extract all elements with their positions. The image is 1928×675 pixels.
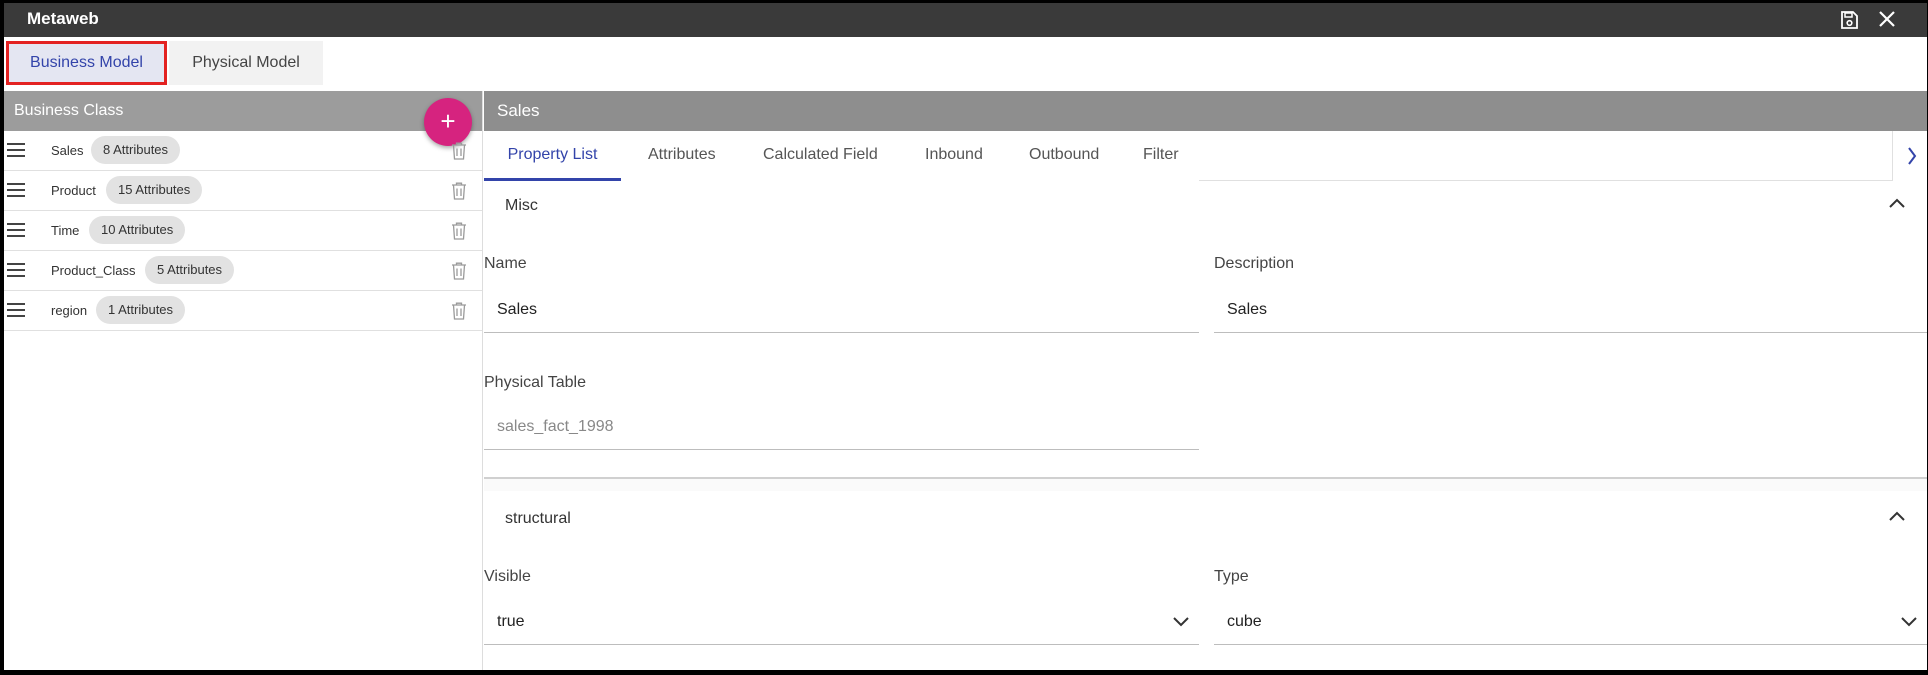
visible-select[interactable]: true [484,599,1199,645]
chevron-down-icon [1901,617,1917,627]
description-field[interactable]: Sales [1214,287,1927,333]
visible-label: Visible [484,568,531,585]
misc-section-header[interactable]: Misc [484,181,1927,231]
list-item[interactable]: Sales 8 Attributes [4,131,482,171]
trash-icon[interactable] [451,182,467,200]
tab-outbound[interactable]: Outbound [1029,131,1099,181]
name-label: Name [484,255,527,272]
type-select-value: cube [1227,613,1262,630]
chevron-down-icon [1173,617,1189,627]
tabs-scroll-right-button[interactable] [1892,131,1927,181]
class-name: Product_Class [51,263,136,278]
tab-calculated-field[interactable]: Calculated Field [763,131,878,181]
description-label: Description [1214,255,1295,272]
type-select[interactable]: cube [1214,599,1927,645]
attribute-count-badge: 15 Attributes [106,176,203,204]
chevron-up-icon[interactable] [1889,198,1905,208]
drag-handle-icon[interactable] [7,223,25,237]
title-bar: Metaweb [4,3,1927,37]
class-name: Sales [51,143,84,158]
physical-table-field: sales_fact_1998 [484,404,1199,450]
selected-class-header: Sales [484,91,1927,131]
model-tabs: Business Model Physical Model [4,37,1927,91]
section-divider [484,477,1927,491]
structural-section-title: structural [505,510,571,527]
class-name: Product [51,183,96,198]
save-icon[interactable] [1839,10,1859,30]
physical-table-label: Physical Table [484,374,586,391]
drag-handle-icon[interactable] [7,263,25,277]
tab-business-model[interactable]: Business Model [6,41,167,85]
chevron-up-icon[interactable] [1889,511,1905,521]
trash-icon[interactable] [451,142,467,160]
drag-handle-icon[interactable] [7,303,25,317]
trash-icon[interactable] [451,222,467,240]
detail-tabs: Property List Attributes Calculated Fiel… [484,131,1927,181]
list-item[interactable]: Time 10 Attributes [4,211,482,251]
name-field[interactable]: Sales [484,287,1199,333]
attribute-count-badge: 1 Attributes [96,296,186,324]
tab-attributes[interactable]: Attributes [648,131,716,181]
attribute-count-badge: 8 Attributes [91,136,181,164]
drag-handle-icon[interactable] [7,183,25,197]
tab-property-list[interactable]: Property List [484,131,621,181]
class-detail-panel: Sales Property List Attributes Calculate… [484,91,1927,670]
list-item[interactable]: Product 15 Attributes [4,171,482,211]
trash-icon[interactable] [451,262,467,280]
misc-section-title: Misc [505,197,538,214]
list-item[interactable]: Product_Class 5 Attributes [4,251,482,291]
list-item[interactable]: region 1 Attributes [4,291,482,331]
class-name: Time [51,223,80,238]
app-title: Metaweb [27,9,99,28]
tab-physical-model[interactable]: Physical Model [169,41,323,85]
tab-inbound[interactable]: Inbound [925,131,983,181]
type-label: Type [1214,568,1249,585]
trash-icon[interactable] [451,302,467,320]
chevron-right-icon [1908,147,1917,165]
business-class-header: Business Class [4,91,482,131]
class-name: region [51,303,88,318]
visible-select-value: true [497,613,525,630]
business-class-panel: Business Class + Sales 8 Attributes Prod… [4,91,483,670]
attribute-count-badge: 5 Attributes [145,256,235,284]
metaweb-window: Metaweb Business Model Physical Model Bu… [4,3,1927,670]
structural-section-header[interactable]: structural [484,494,1927,544]
close-icon[interactable] [1877,9,1897,29]
tab-filter[interactable]: Filter [1143,131,1179,181]
drag-handle-icon[interactable] [7,143,25,157]
attribute-count-badge: 10 Attributes [89,216,186,244]
